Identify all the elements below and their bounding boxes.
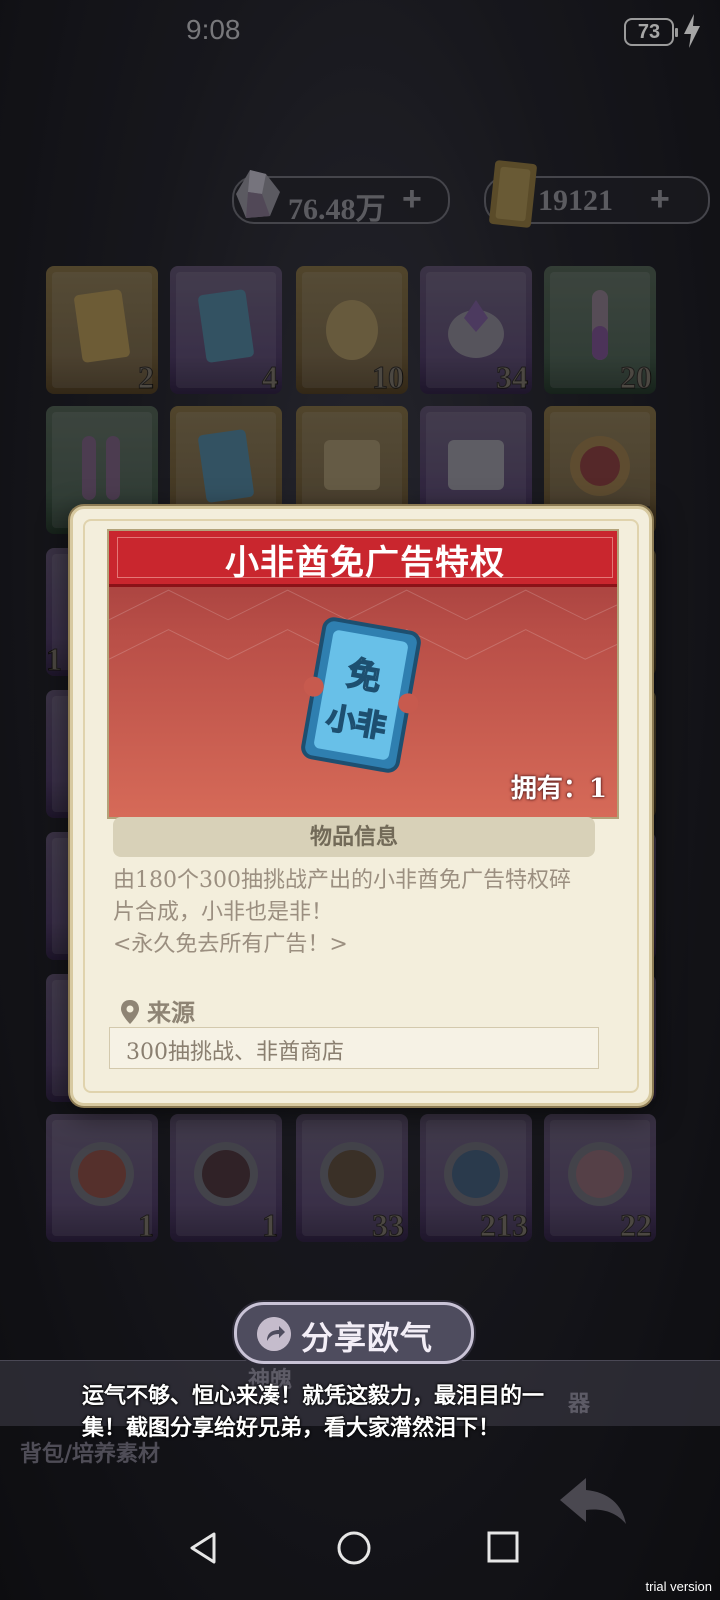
ad-free-ticket-icon: 免 小非 <box>301 617 421 773</box>
description-line: <永久免去所有广告！> <box>113 932 348 957</box>
ticket-text-top: 免 <box>344 654 384 699</box>
item-detail-modal: 小非酋免广告特权 免 小非 拥有：1 物品信息 由180个300抽挑战产出的小非… <box>70 506 652 1106</box>
nav-recent-apps-icon[interactable] <box>486 1530 520 1564</box>
item-info-header: 物品信息 <box>113 817 595 857</box>
nav-home-icon[interactable] <box>336 1530 372 1566</box>
description-line: 由180个300抽挑战产出的小非酋免广告特权碎 <box>113 868 571 893</box>
owned-count: 拥有：1 <box>511 768 607 805</box>
toast-line: 运气不够、恒心来凑！就凭这毅力，最泪目的一 <box>82 1383 545 1409</box>
trial-watermark: trial version <box>645 1579 712 1594</box>
share-toast-message: 运气不够、恒心来凑！就凭这毅力，最泪目的一 集！截图分享给好兄弟，看大家潸然泪下… <box>82 1380 602 1444</box>
source-label: 来源 <box>147 998 195 1027</box>
owned-value: 1 <box>588 774 607 804</box>
title-ribbon: 小非酋免广告特权 <box>109 531 617 587</box>
description-line: 片合成，小非也是非！ <box>113 900 334 925</box>
toast-line: 集！截图分享给好兄弟，看大家潸然泪下！ <box>82 1415 501 1441</box>
share-luck-button[interactable]: 分享欧气 <box>234 1302 474 1364</box>
share-arrow-icon <box>257 1317 291 1351</box>
item-hero-panel: 小非酋免广告特权 免 小非 拥有：1 <box>107 529 619 819</box>
item-description: 由180个300抽挑战产出的小非酋免广告特权碎 片合成，小非也是非！ <永久免去… <box>113 865 599 961</box>
item-title: 小非酋免广告特权 <box>225 543 505 583</box>
source-value: 300抽挑战、非酋商店 <box>126 1040 344 1065</box>
owned-label: 拥有： <box>510 774 589 804</box>
nav-back-icon[interactable] <box>186 1530 222 1566</box>
share-button-label: 分享欧气 <box>301 1319 434 1357</box>
source-box: 300抽挑战、非酋商店 <box>109 1027 599 1069</box>
